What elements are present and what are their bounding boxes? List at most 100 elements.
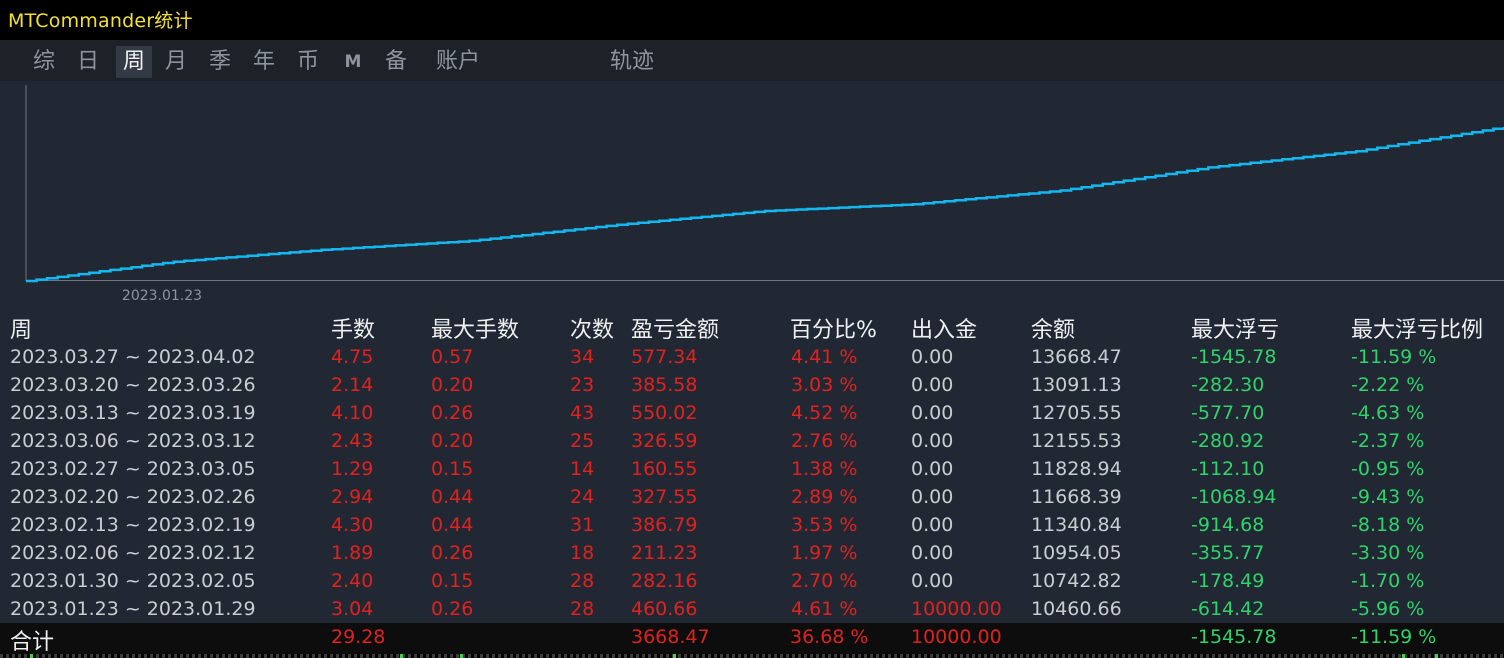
cell-balance: 11668.39	[1031, 486, 1122, 508]
cell-period: 2023.01.30 ~ 2023.02.05	[10, 570, 256, 592]
header-deposit-withdraw: 出入金	[911, 318, 978, 343]
cell-pct: 2.70 %	[791, 570, 858, 592]
cell-pct: 2.89 %	[791, 486, 858, 508]
scroll-marker	[673, 654, 676, 658]
cell-pct: 1.38 %	[791, 458, 858, 480]
cell-pct: 3.03 %	[791, 374, 858, 396]
cell-period: 2023.02.06 ~ 2023.02.12	[10, 542, 256, 564]
cell-lots: 4.75	[331, 346, 374, 368]
cell-pct: 4.41 %	[791, 346, 858, 368]
cell-count: 34	[570, 346, 595, 368]
window-title: MTCommander统计	[8, 10, 193, 32]
cell-max-floating-loss-pct: -2.22 %	[1351, 374, 1425, 396]
cell-balance: 12155.53	[1031, 430, 1122, 452]
cell-pnl: 327.55	[631, 486, 698, 508]
cell-max-floating-loss: -355.77	[1191, 542, 1265, 564]
title-bar: MTCommander统计	[0, 0, 1504, 40]
tab-summary[interactable]: 综	[27, 46, 61, 78]
cell-pct: 2.76 %	[791, 430, 858, 452]
footer-total-lots: 29.28	[331, 626, 386, 648]
cell-count: 28	[570, 598, 595, 620]
cell-max-floating-loss-pct: -2.37 %	[1351, 430, 1425, 452]
scroll-marker	[1435, 654, 1438, 658]
cell-max-lots: 0.26	[431, 542, 474, 564]
cell-max-floating-loss-pct: -4.63 %	[1351, 402, 1425, 424]
scroll-marker	[400, 654, 403, 658]
cell-max-lots: 0.15	[431, 570, 474, 592]
tab-trajectory[interactable]: 轨迹	[603, 46, 661, 78]
cell-balance: 11340.84	[1031, 514, 1122, 536]
cell-lots: 1.89	[331, 542, 374, 564]
cell-max-floating-loss-pct: -0.95 %	[1351, 458, 1425, 480]
cell-max-floating-loss: -914.68	[1191, 514, 1265, 536]
table-row[interactable]: 2023.01.30 ~ 2023.02.05 2.40 0.15 28 282.16 2…	[0, 568, 1504, 596]
table-row[interactable]: 2023.03.06 ~ 2023.03.12 2.43 0.20 25 326.59 2…	[0, 428, 1504, 456]
cell-max-lots: 0.20	[431, 374, 474, 396]
cell-period: 2023.03.06 ~ 2023.03.12	[10, 430, 256, 452]
cell-count: 28	[570, 570, 595, 592]
table-row[interactable]: 2023.02.13 ~ 2023.02.19 4.30 0.44 31 386.79 3…	[0, 512, 1504, 540]
cell-max-floating-loss: -282.30	[1191, 374, 1265, 396]
cell-max-lots: 0.44	[431, 514, 474, 536]
table-footer-total: 合计 29.28 3668.47 36.68 % 10000.00 -1545.…	[0, 623, 1504, 655]
cell-count: 25	[570, 430, 595, 452]
header-pnl: 盈亏金额	[631, 318, 720, 343]
cell-period: 2023.03.13 ~ 2023.03.19	[10, 402, 256, 424]
cell-max-floating-loss-pct: -1.70 %	[1351, 570, 1425, 592]
table-row[interactable]: 2023.02.20 ~ 2023.02.26 2.94 0.44 24 327.55 2…	[0, 484, 1504, 512]
cell-max-floating-loss: -1068.94	[1191, 486, 1277, 508]
cell-pnl: 385.58	[631, 374, 698, 396]
tab-day[interactable]: 日	[71, 46, 105, 78]
cell-deposit-withdraw: 0.00	[911, 514, 954, 536]
equity-chart-svg: 2023.01.23	[25, 85, 1504, 304]
cell-balance: 13091.13	[1031, 374, 1122, 396]
tab-week[interactable]: 周	[116, 46, 152, 78]
cell-max-lots: 0.20	[431, 430, 474, 452]
footer-max-floating-loss: -1545.78	[1191, 626, 1277, 648]
cell-max-lots: 0.15	[431, 458, 474, 480]
tab-currency[interactable]: 币	[291, 46, 325, 78]
horizontal-scrollbar[interactable]	[0, 654, 1504, 658]
cell-pnl: 282.16	[631, 570, 698, 592]
cell-pct: 4.61 %	[791, 598, 858, 620]
cell-max-floating-loss: -280.92	[1191, 430, 1265, 452]
cell-lots: 3.04	[331, 598, 374, 620]
cell-pnl: 326.59	[631, 430, 698, 452]
table-row[interactable]: 2023.02.27 ~ 2023.03.05 1.29 0.15 14 160.55 1…	[0, 456, 1504, 484]
cell-balance: 11828.94	[1031, 458, 1122, 480]
tab-account[interactable]: 账户	[429, 46, 487, 78]
table-row[interactable]: 2023.02.06 ~ 2023.02.12 1.89 0.26 18 211.23 1…	[0, 540, 1504, 568]
cell-count: 24	[570, 486, 595, 508]
equity-chart: 2023.01.23	[0, 81, 1504, 310]
footer-total-label: 合计	[10, 630, 55, 655]
scroll-marker	[1402, 654, 1405, 658]
tab-m[interactable]: M	[336, 46, 370, 78]
table-row[interactable]: 2023.03.27 ~ 2023.04.02 4.75 0.57 34 577.34 4…	[0, 344, 1504, 372]
tab-month[interactable]: 月	[159, 46, 193, 78]
cell-max-floating-loss: -614.42	[1191, 598, 1265, 620]
table-row[interactable]: 2023.03.20 ~ 2023.03.26 2.14 0.20 23 385.58 3…	[0, 372, 1504, 400]
tab-backup[interactable]: 备	[379, 46, 413, 78]
cell-lots: 4.10	[331, 402, 374, 424]
weekly-stats-table: 周 手数 最大手数 次数 盈亏金额 百分比% 出入金 余额 最大浮亏 最大浮亏比…	[0, 310, 1504, 623]
cell-max-floating-loss-pct: -5.96 %	[1351, 598, 1425, 620]
cell-max-lots: 0.44	[431, 486, 474, 508]
cell-period: 2023.02.13 ~ 2023.02.19	[10, 514, 256, 536]
tab-year[interactable]: 年	[247, 46, 281, 78]
table-row[interactable]: 2023.03.13 ~ 2023.03.19 4.10 0.26 43 550.02 4…	[0, 400, 1504, 428]
header-max-floating-loss: 最大浮亏	[1191, 318, 1280, 343]
header-period: 周	[10, 318, 33, 343]
table-row[interactable]: 2023.01.23 ~ 2023.01.29 3.04 0.26 28 460.66 4…	[0, 596, 1504, 624]
cell-deposit-withdraw: 0.00	[911, 374, 954, 396]
cell-pct: 1.97 %	[791, 542, 858, 564]
cell-deposit-withdraw: 0.00	[911, 542, 954, 564]
tab-quarter[interactable]: 季	[203, 46, 237, 78]
cell-pnl: 460.66	[631, 598, 698, 620]
cell-count: 31	[570, 514, 595, 536]
cell-balance: 10460.66	[1031, 598, 1122, 620]
header-balance: 余额	[1031, 318, 1076, 343]
cell-deposit-withdraw: 10000.00	[911, 598, 1002, 620]
cell-max-floating-loss: -577.70	[1191, 402, 1265, 424]
cell-max-floating-loss: -1545.78	[1191, 346, 1277, 368]
scroll-marker	[30, 654, 33, 658]
